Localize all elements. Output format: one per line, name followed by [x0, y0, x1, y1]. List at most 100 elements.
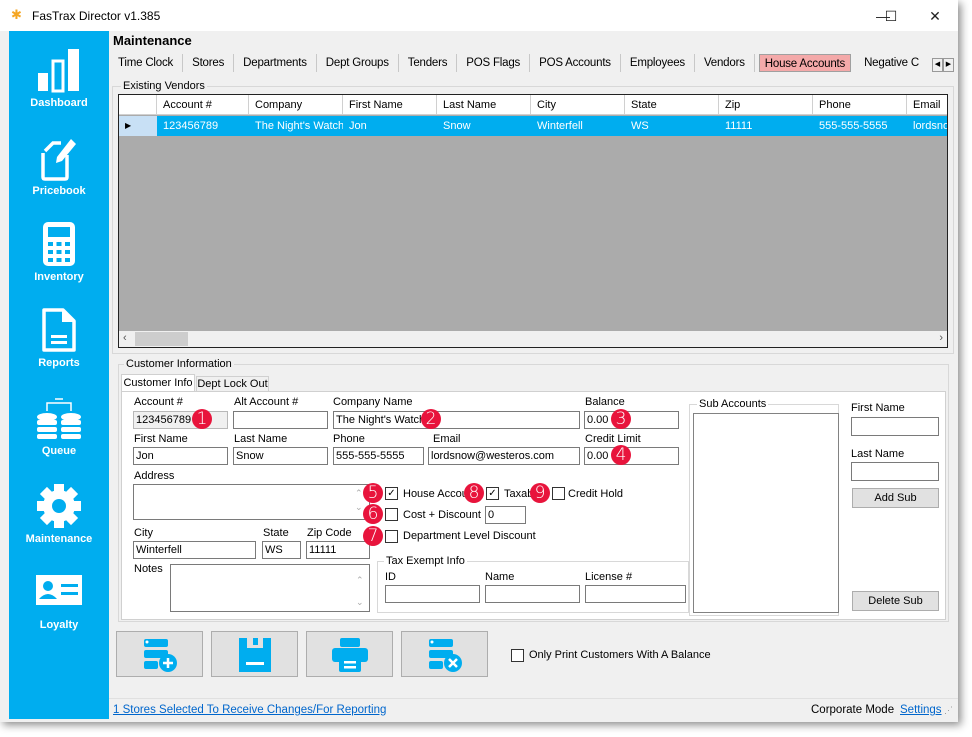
gear-icon [37, 484, 81, 528]
tab-dept-lock-out[interactable]: Dept Lock Out [196, 376, 269, 392]
column-header[interactable]: Email [907, 95, 947, 115]
state-field[interactable]: WS [262, 541, 301, 559]
database-delete-icon [428, 639, 462, 672]
account-no-field[interactable]: 123456789 [133, 411, 228, 429]
add-account-button[interactable] [116, 631, 203, 677]
delete-sub-button[interactable]: Delete Sub [852, 591, 939, 611]
scroll-right-icon[interactable]: › [939, 332, 943, 344]
tab-pos-accounts[interactable]: POS Accounts [530, 54, 621, 72]
sidebar-item-queue[interactable]: Queue [9, 397, 109, 457]
scroll-left-icon[interactable]: ‹ [123, 332, 127, 344]
sidebar-item-dashboard[interactable]: Dashboard [9, 47, 109, 109]
delete-account-button[interactable] [401, 631, 488, 677]
company-name-label: Company Name [333, 396, 413, 408]
cell-city: Winterfell [537, 120, 583, 132]
annotation-badge: 8 [464, 483, 484, 503]
maximize-button[interactable]: ☐ [876, 6, 906, 26]
sidebar-item-label: Loyalty [39, 619, 79, 631]
table-row[interactable]: ▶ 123456789 The Night's Watch Jon Snow W… [119, 116, 947, 136]
horizontal-scrollbar[interactable]: ‹ › [119, 331, 947, 347]
column-header[interactable]: Last Name [437, 95, 531, 115]
add-sub-button[interactable]: Add Sub [852, 488, 939, 508]
sidebar-item-maintenance[interactable]: Maintenance [9, 483, 109, 545]
existing-vendors-label: Existing Vendors [121, 80, 207, 92]
sub-last-name-field[interactable] [851, 462, 939, 481]
notes-scroll-arrows-icon[interactable]: ⌃ ⌄ [356, 569, 364, 613]
save-button[interactable] [211, 631, 298, 677]
cell-company: The Night's Watch [255, 120, 343, 132]
stores-selected-link[interactable]: 1 Stores Selected To Receive Changes/For… [113, 704, 386, 716]
tab-pos-flags[interactable]: POS Flags [457, 54, 531, 72]
grid-header-row: Account # Company First Name Last Name C… [119, 95, 947, 115]
tax-id-field[interactable] [385, 585, 480, 603]
tab-customer-info[interactable]: Customer Info [121, 374, 195, 392]
tab-tenders[interactable]: Tenders [399, 54, 458, 72]
vendors-grid: Account # Company First Name Last Name C… [118, 94, 948, 348]
tab-stores[interactable]: Stores [183, 54, 235, 72]
credit-hold-checkbox[interactable] [552, 487, 565, 500]
state-label: State [263, 527, 289, 539]
company-name-field[interactable]: The Night's Watch [333, 411, 580, 429]
tab-scroll-right-button[interactable]: ▶ [943, 58, 954, 72]
tab-dept-groups[interactable]: Dept Groups [317, 54, 399, 72]
tab-employees[interactable]: Employees [621, 54, 695, 72]
license-field[interactable] [585, 585, 686, 603]
annotation-badge: 9 [530, 483, 550, 503]
tab-departments[interactable]: Departments [234, 54, 317, 72]
balance-field[interactable]: 0.00 [584, 411, 679, 429]
sidebar-item-label: Maintenance [25, 533, 93, 545]
app-window: ✱ FasTrax Director v1.385 — ☐ ✕ Dashboar… [0, 0, 958, 722]
column-header[interactable]: State [625, 95, 719, 115]
column-header[interactable]: Company [249, 95, 343, 115]
tax-name-field[interactable] [485, 585, 580, 603]
annotation-badge: 1 [192, 409, 212, 429]
tab-scroll-left-button[interactable]: ◀ [932, 58, 943, 72]
only-print-balance-checkbox[interactable] [511, 649, 524, 662]
notes-field[interactable] [170, 564, 370, 612]
tab-negative-check[interactable]: Negative Check [855, 54, 919, 72]
alt-account-no-label: Alt Account # [234, 396, 299, 408]
city-field[interactable]: Winterfell [133, 541, 256, 559]
corporate-mode-label: Corporate Mode [811, 704, 895, 716]
dept-level-discount-checkbox[interactable] [385, 530, 398, 543]
column-header[interactable]: Account # [157, 95, 249, 115]
alt-account-no-field[interactable] [233, 411, 328, 429]
sidebar-item-loyalty[interactable]: Loyalty [9, 575, 109, 631]
cost-plus-discount-checkbox[interactable] [385, 508, 398, 521]
print-button[interactable] [306, 631, 393, 677]
discount-value-field[interactable]: 0 [485, 506, 526, 524]
address-field[interactable] [133, 484, 370, 520]
tab-house-accounts[interactable]: House Accounts [758, 54, 852, 72]
settings-link[interactable]: Settings [900, 704, 942, 716]
page-title: Maintenance [113, 33, 192, 48]
first-name-field[interactable]: Jon [133, 447, 228, 465]
phone-field[interactable]: 555-555-5555 [333, 447, 424, 465]
last-name-field[interactable]: Snow [233, 447, 328, 465]
tab-vendors[interactable]: Vendors [695, 54, 755, 72]
sub-accounts-list[interactable] [693, 413, 839, 613]
zip-label: Zip Code [307, 527, 352, 539]
scrollbar-thumb[interactable] [135, 332, 188, 346]
house-account-checkbox[interactable]: ✓ [385, 487, 398, 500]
sidebar-item-pricebook[interactable]: Pricebook [9, 135, 109, 197]
resize-grip-icon[interactable]: ⋰ [944, 705, 953, 716]
column-header[interactable]: City [531, 95, 625, 115]
taxable-checkbox[interactable]: ✓ [486, 487, 499, 500]
id-card-icon [36, 575, 82, 605]
credit-hold-label: Credit Hold [568, 488, 624, 500]
address-scroll-arrows-icon[interactable]: ⌃ ⌄ [355, 486, 363, 514]
tab-time-clock[interactable]: Time Clock [109, 54, 184, 72]
column-header[interactable]: Zip [719, 95, 813, 115]
column-header[interactable]: First Name [343, 95, 437, 115]
zip-field[interactable]: 11111 [306, 541, 370, 559]
tax-exempt-label: Tax Exempt Info [384, 555, 467, 567]
email-field[interactable]: lordsnow@westeros.com [428, 447, 580, 465]
close-button[interactable]: ✕ [920, 6, 950, 26]
sub-first-name-field[interactable] [851, 417, 939, 436]
sidebar-item-inventory[interactable]: Inventory [9, 221, 109, 283]
annotation-badge: 2 [421, 409, 441, 429]
column-header[interactable]: Phone [813, 95, 907, 115]
database-sync-icon [37, 398, 81, 439]
credit-limit-field[interactable]: 0.00 [584, 447, 679, 465]
sidebar-item-reports[interactable]: Reports [9, 307, 109, 369]
